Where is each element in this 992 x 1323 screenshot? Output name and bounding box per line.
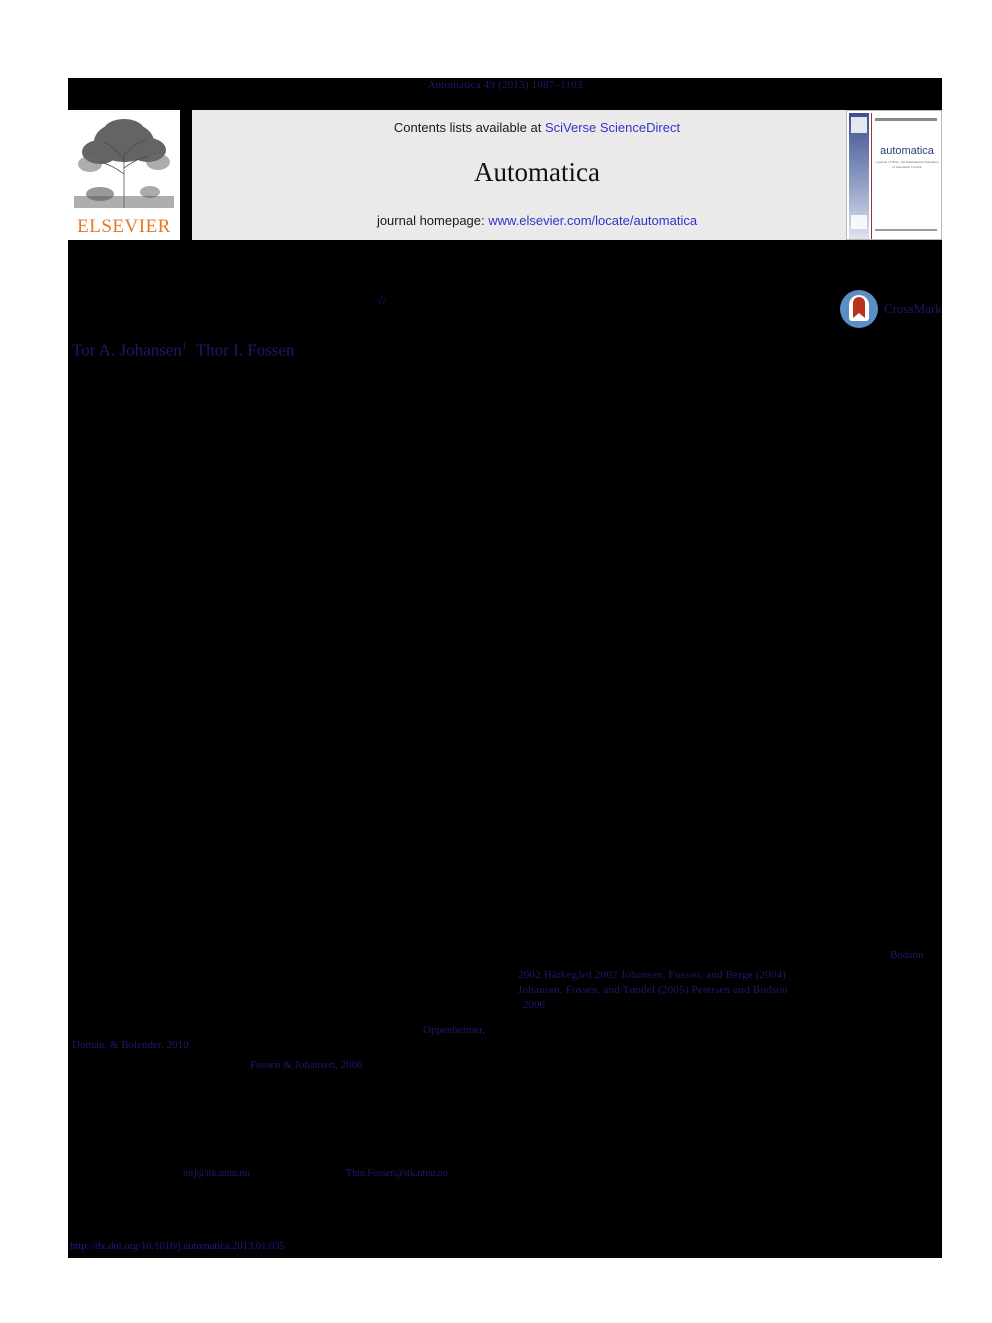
cover-footer-rule: [875, 229, 937, 231]
elsevier-wordmark: ELSEVIER: [77, 216, 171, 237]
journal-cover-thumbnail: automatica a journal of IFAC, the Intern…: [846, 110, 942, 240]
article-page-surface: Automatica 49 (2013) 1087–1103 ELSEVIER …: [68, 78, 942, 1258]
homepage-prefix: journal homepage:: [376, 213, 489, 228]
cover-journal-name: automatica: [880, 145, 934, 157]
elsevier-tree-icon: [70, 112, 178, 212]
doi-link[interactable]: http://dx.doi.org/10.1016/j.automatica.2…: [70, 1241, 285, 1252]
crossmark-label: CrossMark: [884, 301, 942, 316]
author-name-2[interactable]: Thor I. Fossen: [196, 341, 295, 360]
title-footnote-marker[interactable]: ☆: [376, 294, 388, 308]
homepage-link[interactable]: www.elsevier.com/locate/automatica: [488, 213, 697, 228]
citation-row-3[interactable]: Johansen, Fossen, and Tøndel (2005) Pete…: [518, 983, 788, 998]
contents-lists-line: Contents lists available at SciVerse Sci…: [192, 120, 882, 135]
author-list: Tor A. Johansen1 Thor I. Fossen: [72, 336, 294, 362]
crossmark-badge[interactable]: CrossMark: [840, 290, 942, 330]
cover-journal-subtitle: a journal of IFAC, the International Fed…: [875, 160, 939, 169]
citation-fossen-johansen[interactable]: Fossen & Johansen, 2006: [250, 1058, 362, 1073]
cover-issn-mark-icon: [851, 215, 867, 229]
elsevier-logo: ELSEVIER: [68, 110, 180, 240]
cover-header-rule: [875, 118, 937, 121]
journal-masthead: ELSEVIER Contents lists available at Sci…: [68, 110, 942, 242]
cover-publisher-mark-icon: [851, 117, 867, 133]
journal-banner: Contents lists available at SciVerse Sci…: [192, 110, 882, 240]
running-head: Automatica 49 (2013) 1087–1103: [427, 79, 583, 91]
footer-divider: [72, 1228, 252, 1229]
cover-vertical-rule: [871, 113, 872, 239]
citation-bodson[interactable]: Bodson: [890, 948, 924, 963]
author-footnote-marker-1[interactable]: 1: [182, 341, 187, 352]
journal-homepage-line: journal homepage: www.elsevier.com/locat…: [192, 213, 882, 228]
citation-doman-bolender[interactable]: Doman, & Bolender, 2010: [72, 1038, 189, 1053]
sciencedirect-link[interactable]: SciVerse ScienceDirect: [545, 120, 680, 135]
author-email-2[interactable]: Thor.Fossen@itk.ntnu.no: [346, 1168, 448, 1179]
contents-lists-prefix: Contents lists available at: [393, 120, 545, 135]
author-name-1[interactable]: Tor A. Johansen: [72, 341, 182, 360]
journal-title: Automatica: [474, 157, 600, 187]
citation-oppenheimer[interactable]: Oppenheimer,: [423, 1023, 485, 1038]
author-email-1[interactable]: torj@itk.ntnu.no: [183, 1168, 249, 1179]
citation-row-4[interactable]: 2006: [523, 998, 545, 1013]
citation-row-2[interactable]: 2002 Härkegård 2002 Johansen, Fossen, an…: [518, 968, 786, 983]
